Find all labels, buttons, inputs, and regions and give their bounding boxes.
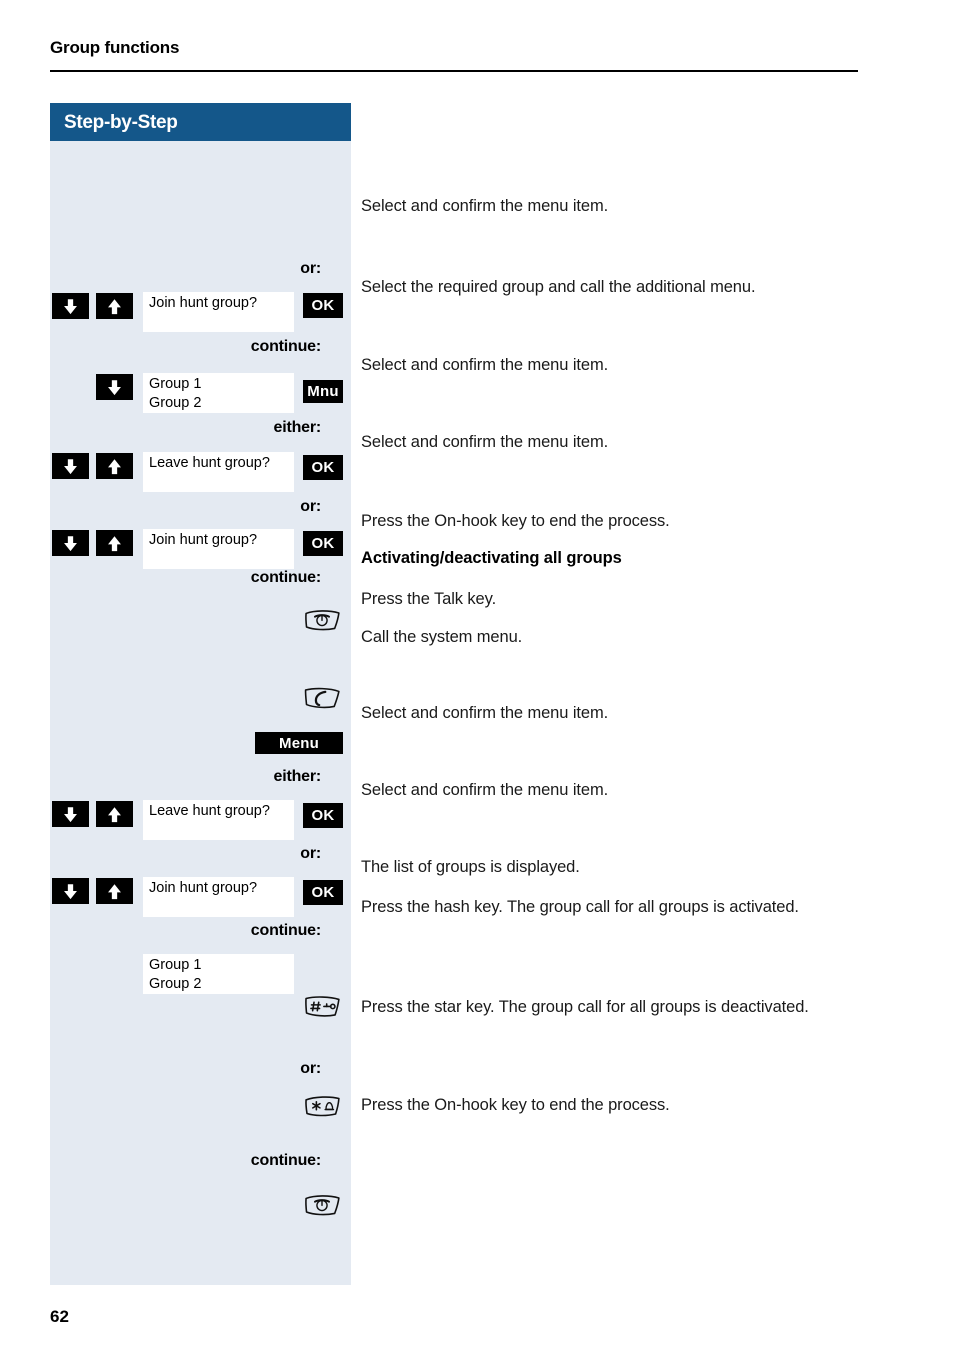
softkey-ok-2[interactable]: OK <box>303 455 343 480</box>
explanation-group-list-displayed: The list of groups is displayed. <box>361 858 580 876</box>
explanation-select-confirm-5: Select and confirm the menu item. <box>361 781 609 799</box>
display-line: Join hunt group? <box>149 532 258 548</box>
explanation-select-confirm-3: Select and confirm the menu item. <box>361 433 609 451</box>
talk-key-icon[interactable] <box>301 683 343 713</box>
connector-or-4: or: <box>300 1060 321 1077</box>
explanation-select-confirm-2: Select and confirm the menu item. <box>361 356 609 374</box>
on-hook-key-icon[interactable] <box>301 1190 343 1220</box>
down-arrow-key[interactable] <box>52 878 89 904</box>
up-arrow-key[interactable] <box>96 801 133 827</box>
explanation-select-confirm-1: Select and confirm the menu item. <box>361 197 609 215</box>
down-arrow-key[interactable] <box>96 374 133 400</box>
page-title: Group functions <box>50 38 180 57</box>
connector-continue-3: continue: <box>250 922 321 939</box>
explanation-on-hook-end-2: Press the On-hook key to end the process… <box>361 1096 670 1114</box>
explanation-select-confirm-4: Select and confirm the menu item. <box>361 704 609 722</box>
connector-either-2: either: <box>273 768 322 785</box>
page-header: Group functions <box>50 38 858 58</box>
connector-or-1: or: <box>300 260 321 277</box>
hash-key-icon[interactable] <box>301 991 343 1021</box>
softkey-ok-5[interactable]: OK <box>303 880 343 905</box>
down-arrow-key[interactable] <box>52 453 89 479</box>
explanation-talk-key: Press the Talk key. <box>361 590 497 608</box>
step-by-step-title: Step-by-Step <box>64 112 178 133</box>
phone-display-join-hunt-group-3: Join hunt group? <box>143 877 294 917</box>
softkey-mnu[interactable]: Mnu <box>303 380 343 403</box>
connector-or-3: or: <box>300 845 321 862</box>
display-line: Leave hunt group? <box>149 803 270 819</box>
step-by-step-panel: Step-by-Step or: Join hunt group? OK con… <box>50 103 351 1285</box>
step-by-step-header: Step-by-Step <box>50 103 351 141</box>
display-line: Group 1 <box>149 376 202 392</box>
softkey-menu[interactable]: Menu <box>255 732 343 754</box>
up-arrow-key[interactable] <box>96 453 133 479</box>
star-key-icon[interactable] <box>301 1091 343 1121</box>
explanation-star-key: Press the star key. The group call for a… <box>361 998 809 1016</box>
phone-display-leave-hunt-group-2: Leave hunt group? <box>143 800 294 840</box>
phone-display-group-list-2: Group 1 Group 2 <box>143 954 294 994</box>
up-arrow-key[interactable] <box>96 530 133 556</box>
connector-continue-1: continue: <box>250 338 321 355</box>
display-line: Join hunt group? <box>149 295 258 311</box>
display-line: Leave hunt group? <box>149 455 270 471</box>
down-arrow-key[interactable] <box>52 530 89 556</box>
phone-display-leave-hunt-group-1: Leave hunt group? <box>143 452 294 492</box>
explanation-select-group-menu: Select the required group and call the a… <box>361 278 756 296</box>
phone-display-join-hunt-group-1: Join hunt group? <box>143 292 294 332</box>
softkey-ok-1[interactable]: OK <box>303 293 343 318</box>
connector-continue-2: continue: <box>250 569 321 586</box>
phone-display-group-list-1: Group 1 Group 2 <box>143 373 294 413</box>
explanation-hash-key: Press the hash key. The group call for a… <box>361 898 799 916</box>
phone-display-join-hunt-group-2: Join hunt group? <box>143 529 294 569</box>
connector-or-2: or: <box>300 498 321 515</box>
softkey-ok-4[interactable]: OK <box>303 803 343 828</box>
down-arrow-key[interactable] <box>52 801 89 827</box>
down-arrow-key[interactable] <box>52 293 89 319</box>
display-line: Group 2 <box>149 976 202 992</box>
display-line: Join hunt group? <box>149 880 258 896</box>
connector-either-1: either: <box>273 419 322 436</box>
up-arrow-key[interactable] <box>96 293 133 319</box>
on-hook-key-icon[interactable] <box>301 605 343 635</box>
connector-continue-4: continue: <box>250 1152 321 1169</box>
page-number: 62 <box>50 1307 69 1326</box>
display-line: Group 2 <box>149 395 202 411</box>
header-divider <box>50 70 858 72</box>
explanation-system-menu: Call the system menu. <box>361 628 523 646</box>
section-heading-activating-deactivating: Activating/deactivating all groups <box>361 549 622 567</box>
explanation-on-hook-end-1: Press the On-hook key to end the process… <box>361 512 670 530</box>
display-line: Group 1 <box>149 957 202 973</box>
softkey-ok-3[interactable]: OK <box>303 531 343 556</box>
up-arrow-key[interactable] <box>96 878 133 904</box>
